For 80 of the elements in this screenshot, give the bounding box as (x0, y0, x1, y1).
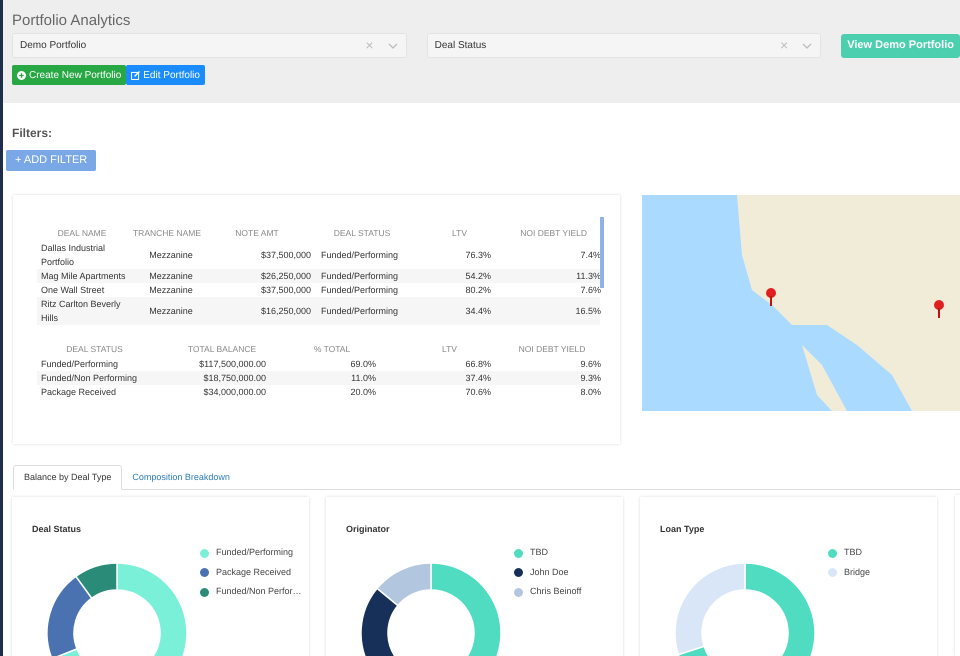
tab[interactable]: Balance by Deal Type (13, 465, 122, 490)
table-cell-text: 7.6% (579, 284, 601, 298)
select-field[interactable]: Deal Status × (426, 33, 822, 58)
select-field[interactable]: Demo Portfolio × (12, 33, 407, 58)
table-cell-text: 66.8% (464, 358, 491, 372)
table-cell-text: 70.6% (464, 386, 491, 400)
table-cell-text: Package Received (41, 386, 118, 400)
legend-label: Funded/Non Perfor… (216, 585, 302, 598)
chart-title: Deal Status (32, 523, 82, 536)
clear-icon[interactable]: × (365, 35, 374, 56)
clear-icon[interactable]: × (780, 35, 788, 56)
column-header: NOTE AMT (234, 226, 280, 240)
table-cell-text: 16.5% (574, 305, 601, 318)
table-cell-text: 8.0% (579, 386, 601, 400)
table-cell-text: 9.6% (579, 358, 601, 372)
table-cell-text: $18,750,000.00 (202, 372, 266, 386)
column-header: DEAL STATUS (65, 342, 124, 356)
table-cell-text: 7.4% (579, 249, 601, 262)
table-cell-text: 11.3% (575, 270, 601, 284)
column-header: TOTAL BALANCE (186, 342, 258, 356)
table-cell-text: Funded/Performing (320, 270, 400, 284)
column-header: DEAL NAME (56, 226, 108, 240)
table-cell-text: $26,250,000 (260, 270, 311, 284)
table-cell-text: One Wall Street (41, 284, 106, 298)
table-cell-text: 76.3% (464, 249, 491, 262)
table-cell-text: Funded/Performing (320, 305, 400, 318)
edit-icon (131, 70, 140, 80)
table-cell-text: $16,250,000 (260, 305, 311, 318)
table-cell-text: Mezzanine (148, 249, 194, 262)
table-cell-text: 69.0% (349, 358, 376, 372)
map-pin-icon (766, 288, 776, 306)
table-cell-text: Mezzanine (148, 305, 194, 318)
table-cell-text: Mezzanine (148, 270, 194, 284)
table-cell-text: 37.4% (464, 372, 491, 386)
column-header: NOI DEBT YIELD (519, 226, 588, 240)
column-header: LTV (451, 226, 468, 240)
table-cell-text: Dallas Industrial Portfolio (41, 242, 106, 270)
legend-label: TBD (530, 546, 548, 560)
table-cell-text: 20.0% (349, 386, 376, 400)
column-header: LTV (441, 342, 458, 356)
column-header: TRANCHE NAME (132, 226, 202, 240)
table-cell-text: Ritz Carlton Beverly Hills (41, 298, 122, 326)
chart-title: Loan Type (660, 523, 704, 536)
table-cell-text: Funded/Non Performing (41, 372, 138, 386)
legend-label: John Doe (530, 566, 569, 579)
page-title: Portfolio Analytics (12, 12, 132, 30)
legend-label: Bridge (844, 566, 870, 579)
filters-label: Filters: (12, 125, 54, 142)
chevron-down-icon[interactable] (802, 42, 812, 48)
table-cell-text: $37,500,000 (260, 284, 311, 298)
column-header: NOI DEBT YIELD (518, 342, 586, 356)
plus-circle-icon (17, 70, 26, 80)
chart-title: Originator (346, 523, 390, 536)
table-cell-text: Funded/Performing (320, 249, 400, 262)
table-cell-text: 9.3% (579, 372, 601, 386)
table-cell-text: $34,000,000.00 (202, 386, 266, 400)
legend-label: TBD (844, 546, 862, 560)
table-cell-text: 11.0% (350, 372, 376, 386)
add-filter-button[interactable]: + ADD FILTER (6, 150, 96, 171)
column-header: % TOTAL (312, 342, 352, 356)
column-header: DEAL STATUS (332, 226, 392, 240)
scroll-bar (600, 217, 604, 288)
table-cell-text: $37,500,000 (260, 249, 311, 262)
tab[interactable]: Composition Breakdown (122, 465, 240, 490)
create-button[interactable]: Create New Portfolio (12, 65, 126, 85)
edit-button[interactable]: Edit Portfolio (126, 65, 205, 85)
table-cell-text: 80.2% (464, 284, 491, 298)
table-cell-text: Funded/Performing (320, 284, 400, 298)
legend-label: Funded/Performing (216, 546, 294, 560)
table-cell-text: $117,500,000.00 (198, 358, 266, 372)
chevron-down-icon[interactable] (388, 42, 398, 48)
view-portfolio-button[interactable]: View Demo Portfolio (841, 34, 960, 58)
table-cell-text: Funded/Performing (41, 358, 120, 372)
table-cell-text: 54.2% (464, 270, 491, 284)
legend-label: Package Received (216, 566, 292, 579)
table-cell-text: Mag Mile Apartments (41, 270, 127, 284)
table-cell-text: 34.4% (464, 305, 491, 318)
legend-label: Chris Beinoff (530, 585, 582, 598)
map-pin-icon (934, 300, 944, 318)
table-cell-text: Mezzanine (148, 284, 194, 298)
